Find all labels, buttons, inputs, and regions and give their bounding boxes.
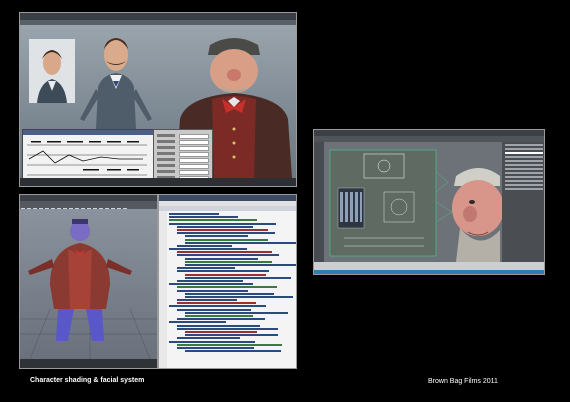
thin-character-model (80, 38, 152, 129)
status-line (314, 270, 544, 274)
3d-viewport[interactable] (20, 25, 296, 186)
facial-control-board[interactable] (324, 142, 504, 262)
facial-rig-screenshot (313, 129, 545, 275)
caption-character-shading: Character shading & facial system (30, 377, 145, 384)
code-area[interactable] (169, 213, 296, 368)
3d-viewport[interactable] (20, 209, 157, 360)
character-model-screenshot (19, 194, 158, 369)
channel-box[interactable] (502, 142, 544, 262)
tool-box[interactable] (314, 142, 324, 262)
editor-tabs[interactable] (159, 206, 296, 211)
line-number-gutter (159, 211, 167, 368)
shelf-toolbar[interactable] (20, 201, 157, 212)
taskbar[interactable] (20, 178, 296, 186)
caption-studio-credit: Brown Bag Films 2011 (428, 378, 498, 385)
reference-photo (29, 39, 75, 103)
time-slider[interactable] (20, 359, 157, 368)
character-tpose-model (20, 219, 157, 360)
time-slider[interactable] (314, 262, 544, 270)
3d-viewport[interactable] (324, 142, 504, 262)
script-editor-screenshot (158, 194, 297, 369)
menu-bar[interactable] (20, 13, 296, 20)
character-shading-screenshot (19, 12, 297, 187)
